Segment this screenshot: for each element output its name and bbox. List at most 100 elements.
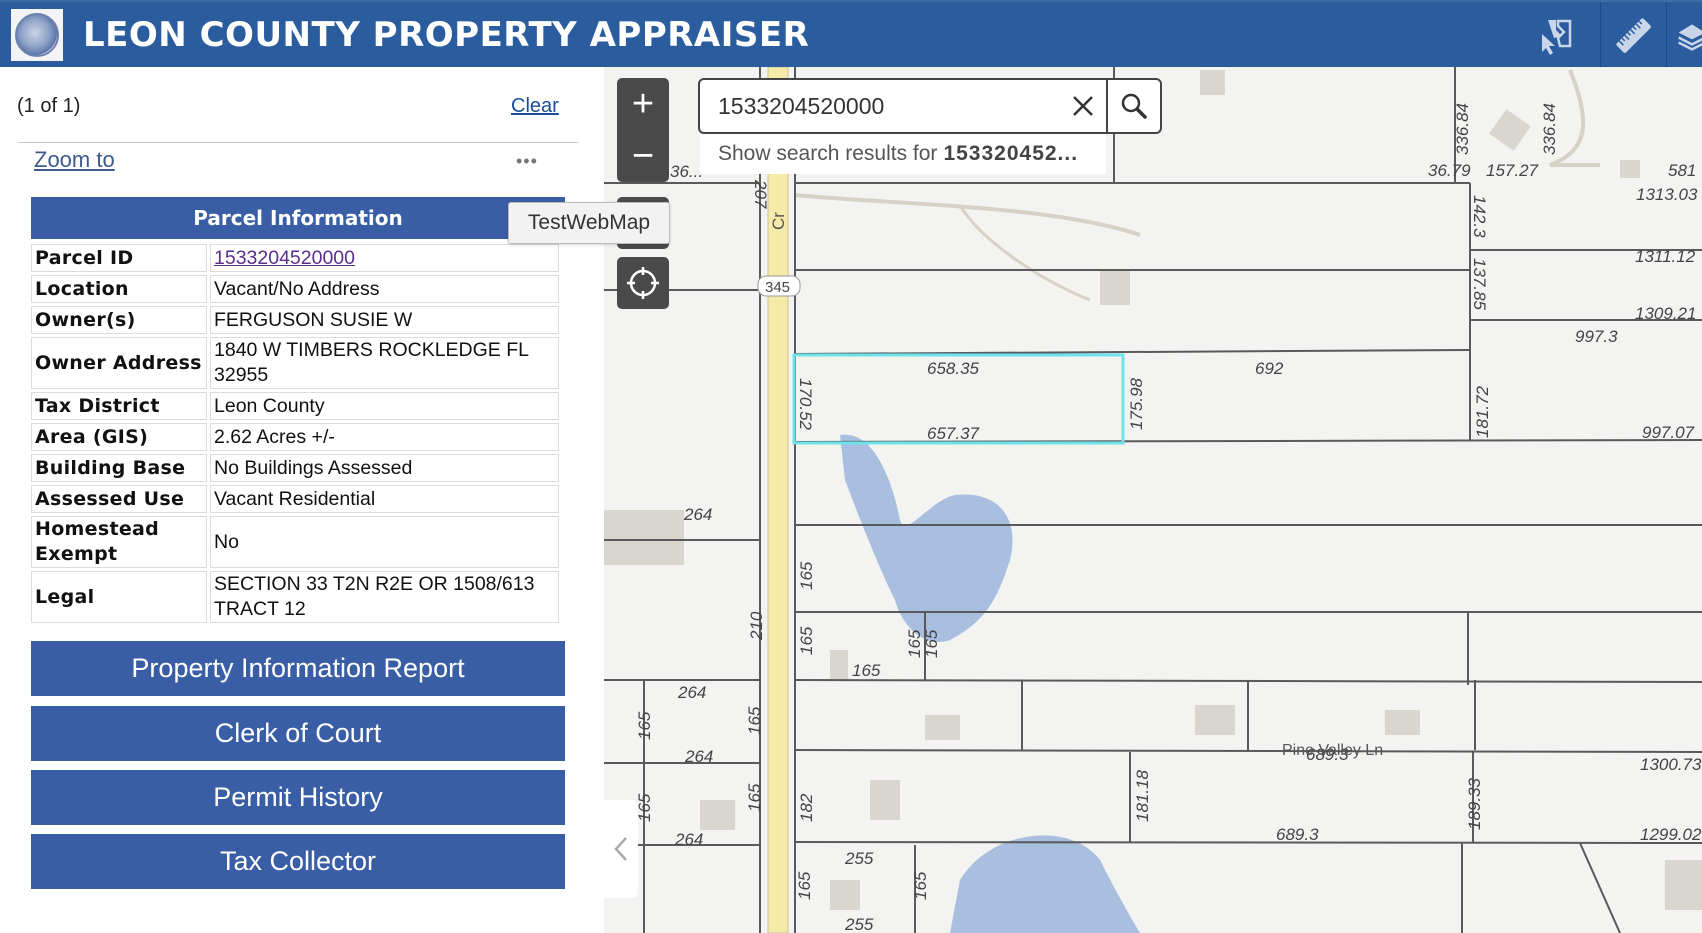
search-button[interactable] xyxy=(1106,80,1160,132)
suggestion-prefix: Show search results for xyxy=(718,142,938,165)
row-value: 2.62 Acres +/- xyxy=(210,423,559,451)
dim-label: 264 xyxy=(683,505,712,524)
clerk-of-court-button[interactable]: Clerk of Court xyxy=(31,706,565,761)
result-count: (1 of 1) xyxy=(17,95,81,117)
property-information-report-button[interactable]: Property Information Report xyxy=(31,641,565,696)
building xyxy=(1665,860,1702,910)
dim-label: 181.18 xyxy=(1133,769,1152,822)
measure-ruler-icon xyxy=(1615,17,1651,53)
row-value: SECTION 33 T2N R2E OR 1508/613 TRACT 12 xyxy=(210,571,559,623)
search-box xyxy=(698,78,1162,134)
row-label: Legal xyxy=(31,571,207,623)
dim-label: 189.33 xyxy=(1465,777,1484,830)
dim-label: 692 xyxy=(1255,359,1284,378)
row-label: Parcel ID xyxy=(31,244,207,272)
table-row: Tax District Leon County xyxy=(31,392,559,420)
dim-label: 264 xyxy=(684,747,713,766)
row-value: Vacant Residential xyxy=(210,485,559,513)
dim-label: 181.72 xyxy=(1473,385,1492,438)
row-value: 1840 W TIMBERS ROCKLEDGE FL 32955 xyxy=(210,337,559,389)
dim-label: 336.84 xyxy=(1453,103,1472,155)
dim-label: 165 xyxy=(745,706,764,735)
collapse-panel-button[interactable] xyxy=(604,800,638,898)
dim-label: 264 xyxy=(674,830,703,849)
building xyxy=(870,780,900,820)
dim-label: 689.3 xyxy=(1276,825,1319,844)
permit-history-button[interactable]: Permit History xyxy=(31,770,565,825)
select-parcels-button[interactable] xyxy=(1490,2,1600,69)
building xyxy=(604,510,684,565)
close-icon xyxy=(1073,96,1093,116)
dim-label: 36... xyxy=(670,162,703,181)
zoom-control: + − xyxy=(617,78,669,182)
building xyxy=(700,800,735,830)
search-suggestion[interactable]: Show search results for 153320452... xyxy=(700,134,1106,174)
dim-label: 165 xyxy=(635,711,654,740)
dim-label: 142.3 xyxy=(1470,195,1489,238)
row-value: No Buildings Assessed xyxy=(210,454,559,482)
row-label: Location xyxy=(31,275,207,303)
table-row: Legal SECTION 33 T2N R2E OR 1508/613 TRA… xyxy=(31,571,559,623)
row-label: Assessed Use xyxy=(31,485,207,513)
dim-label: 336.84 xyxy=(1540,103,1559,155)
more-options-button[interactable]: ••• xyxy=(516,151,538,172)
svg-text:345: 345 xyxy=(765,279,790,296)
row-value: 1533204520000 xyxy=(210,244,559,272)
building xyxy=(830,880,860,910)
layers-icon xyxy=(1678,23,1702,51)
dim-label: 137.85 xyxy=(1470,258,1489,311)
clear-link[interactable]: Clear xyxy=(511,95,559,118)
row-value: Leon County xyxy=(210,392,559,420)
row-value: No xyxy=(210,516,559,568)
locate-button[interactable] xyxy=(617,257,669,309)
tax-collector-button[interactable]: Tax Collector xyxy=(31,834,565,889)
zoom-to-link[interactable]: Zoom to xyxy=(34,147,115,173)
building xyxy=(1100,270,1130,305)
row-label: Area (GIS) xyxy=(31,423,207,451)
select-parcels-icon xyxy=(1542,19,1572,55)
parcel-info-panel: (1 of 1) Clear Zoom to ••• Parcel Inform… xyxy=(0,67,604,933)
map-view[interactable]: 658.35 657.37 170.52 175.98 692 36.79 15… xyxy=(604,67,1702,933)
table-row: Building Base No Buildings Assessed xyxy=(31,454,559,482)
row-label: Tax District xyxy=(31,392,207,420)
search-icon xyxy=(1121,93,1147,119)
zoom-in-button[interactable]: + xyxy=(617,78,669,130)
clear-search-button[interactable] xyxy=(1060,80,1106,132)
table-row: Area (GIS) 2.62 Acres +/- xyxy=(31,423,559,451)
building xyxy=(1200,70,1225,95)
table-row: Location Vacant/No Address xyxy=(31,275,559,303)
zoom-out-button[interactable]: − xyxy=(617,130,669,182)
street-label: Pine Valley Ln xyxy=(1282,742,1383,759)
row-value: Vacant/No Address xyxy=(210,275,559,303)
search-input[interactable] xyxy=(700,80,1060,132)
app-header: LEON COUNTY PROPERTY APPRAISER xyxy=(0,0,1702,69)
dim-label: 1313.03 xyxy=(1636,185,1698,204)
layers-button[interactable] xyxy=(1666,2,1702,69)
dim-label: 165 xyxy=(797,561,816,590)
row-label: Building Base xyxy=(31,454,207,482)
dim-label: 157.27 xyxy=(1486,161,1539,180)
county-seal-logo[interactable] xyxy=(11,8,63,61)
divider xyxy=(18,142,578,143)
parcel-information-heading: Parcel Information xyxy=(31,197,565,239)
dim-label: 997.3 xyxy=(1575,327,1618,346)
measure-button[interactable] xyxy=(1600,2,1666,69)
parcel-map: 658.35 657.37 170.52 175.98 692 36.79 15… xyxy=(604,67,1702,933)
dim-label: 657.37 xyxy=(927,424,980,443)
parcel-id-link[interactable]: 1533204520000 xyxy=(214,247,355,269)
dim-label: 255 xyxy=(844,915,874,933)
table-row: Assessed Use Vacant Residential xyxy=(31,485,559,513)
locate-crosshair-icon xyxy=(627,267,659,299)
dim-label: 581 xyxy=(1668,161,1696,180)
building xyxy=(1385,710,1420,735)
dim-label: 165 xyxy=(911,871,930,900)
route-shield: 345 xyxy=(757,275,801,297)
row-label: Owner Address xyxy=(31,337,207,389)
dim-label: 207 xyxy=(751,179,770,209)
dim-label: 165 xyxy=(922,629,941,658)
dim-label: 170.52 xyxy=(796,378,815,431)
dim-label: 1300.73 xyxy=(1640,755,1702,774)
dim-label: 1299.02 xyxy=(1640,825,1702,844)
dim-label: 36.79 xyxy=(1428,161,1471,180)
dim-label: 165 xyxy=(797,626,816,655)
